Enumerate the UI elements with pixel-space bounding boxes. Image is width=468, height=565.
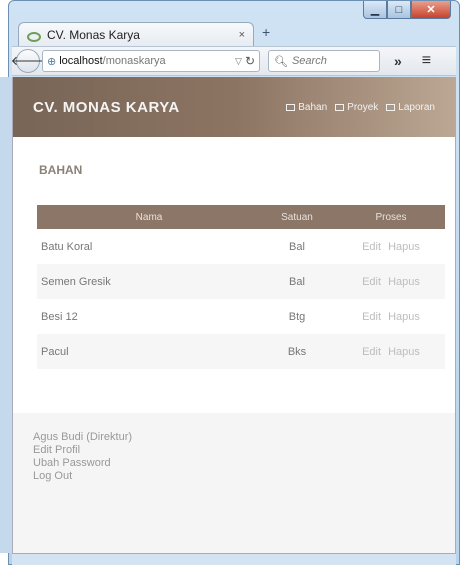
reload-icon[interactable]: ↻ [245,54,255,68]
top-navigation: Bahan Proyek Laporan [286,102,435,113]
cell-proses: Edit Hapus [337,334,445,369]
cell-satuan: Bal [257,264,337,299]
table-header-row: Nama Satuan Proses [37,205,445,229]
hapus-link[interactable]: Hapus [388,276,420,288]
edit-profile-link[interactable]: Edit Profil [33,444,455,457]
brand-title[interactable]: CV. MONAS KARYA [33,99,180,116]
cell-nama: Pacul [37,334,257,369]
table-row: Pacul Bks Edit Hapus [37,334,445,369]
cell-nama: Besi 12 [37,299,257,334]
url-bar[interactable]: ⊕ localhost /monaskarya ▽ ↻ [42,50,260,72]
nav-item-laporan[interactable]: Laporan [386,102,435,113]
hapus-link[interactable]: Hapus [388,346,420,358]
window-bottom-frame [12,553,456,565]
desktop-edge [0,77,12,553]
cell-satuan: Bal [257,229,337,264]
header-proses: Proses [337,205,445,229]
navigation-bar: 🡐 ⊕ localhost /monaskarya ▽ ↻ 🔍︎ Search … [11,46,456,76]
nav-item-bahan[interactable]: Bahan [286,102,327,113]
cell-satuan: Bks [257,334,337,369]
box-icon [286,103,296,111]
page-footer: Agus Budi (Direktur) Edit Profil Ubah Pa… [13,413,455,553]
cell-nama: Batu Koral [37,229,257,264]
app-header: CV. MONAS KARYA Bahan Proyek Laporan [13,77,455,137]
search-input[interactable]: 🔍︎ Search [268,50,380,72]
current-user: Agus Budi (Direktur) [33,431,133,443]
bahan-table: Nama Satuan Proses Batu Koral Bal Edit H… [37,205,445,369]
tab-title: CV. Monas Karya [47,27,140,42]
browser-tab[interactable]: CV. Monas Karya × [18,22,254,46]
hapus-link[interactable]: Hapus [388,241,420,253]
cell-nama: Semen Gresik [37,264,257,299]
page-viewport: CV. MONAS KARYA Bahan Proyek Laporan BAH… [12,77,456,553]
search-icon: 🔍︎ [274,55,288,68]
logout-link[interactable]: Log Out [33,470,455,483]
nav-label: Laporan [398,101,435,113]
back-arrow-icon: 🡐 [10,53,46,68]
cell-proses: Edit Hapus [337,229,445,264]
window-controls: ▁ □ ✕ [363,1,451,19]
box-icon [335,103,345,111]
minimize-button[interactable]: ▁ [363,1,387,19]
edit-link[interactable]: Edit [362,311,381,323]
url-host: localhost [59,55,103,67]
edit-link[interactable]: Edit [362,346,381,358]
nav-item-proyek[interactable]: Proyek [335,102,378,113]
maximize-button[interactable]: □ [387,1,411,19]
cell-proses: Edit Hapus [337,299,445,334]
favicon-icon [27,31,41,42]
edit-link[interactable]: Edit [362,276,381,288]
table-row: Semen Gresik Bal Edit Hapus [37,264,445,299]
tab-close-icon[interactable]: × [239,29,245,41]
url-path: /monaskarya [102,55,166,67]
url-dropdown-icon[interactable]: ▽ [235,56,242,67]
overflow-icon[interactable]: » [394,53,402,69]
search-placeholder: Search [291,55,327,67]
hapus-link[interactable]: Hapus [388,311,420,323]
cell-proses: Edit Hapus [337,264,445,299]
change-password-link[interactable]: Ubah Password [33,457,455,470]
table-row: Batu Koral Bal Edit Hapus [37,229,445,264]
new-tab-icon[interactable]: + [262,24,270,40]
header-nama: Nama [37,205,257,229]
nav-label: Bahan [298,101,328,113]
edit-link[interactable]: Edit [362,241,381,253]
table-row: Besi 12 Btg Edit Hapus [37,299,445,334]
nav-label: Proyek [347,101,379,113]
hamburger-menu-icon[interactable]: ≡ [422,52,431,70]
cell-satuan: Btg [257,299,337,334]
globe-icon: ⊕ [47,55,57,68]
back-button[interactable]: 🡐 [11,49,45,73]
box-icon [386,103,396,111]
header-satuan: Satuan [257,205,337,229]
page-title: BAHAN [39,163,83,177]
close-window-button[interactable]: ✕ [411,1,451,19]
